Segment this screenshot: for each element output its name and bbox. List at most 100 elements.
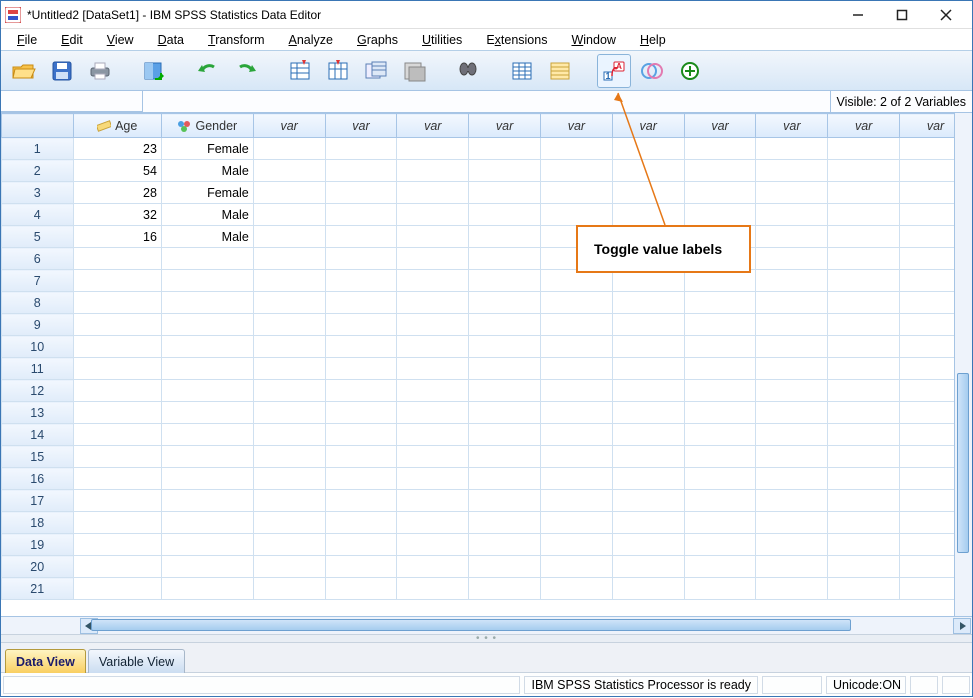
row-header[interactable]: 14	[2, 424, 74, 446]
cell-empty[interactable]	[684, 182, 756, 204]
cell-gender[interactable]: Male	[161, 204, 253, 226]
table-row[interactable]: 10	[2, 336, 972, 358]
cell-empty[interactable]	[612, 490, 684, 512]
cell-age[interactable]	[73, 578, 161, 600]
goto-variable-icon[interactable]	[137, 54, 171, 88]
row-header[interactable]: 8	[2, 292, 74, 314]
cell-empty[interactable]	[684, 534, 756, 556]
cell-empty[interactable]	[756, 380, 828, 402]
cell-empty[interactable]	[253, 358, 325, 380]
vertical-scrollbar[interactable]	[954, 113, 972, 616]
cell-empty[interactable]	[541, 314, 613, 336]
row-header[interactable]: 20	[2, 556, 74, 578]
find-icon[interactable]	[451, 54, 485, 88]
cell-empty[interactable]	[541, 402, 613, 424]
cell-empty[interactable]	[612, 160, 684, 182]
cell-empty[interactable]	[469, 160, 541, 182]
cell-empty[interactable]	[684, 358, 756, 380]
cell-empty[interactable]	[828, 336, 900, 358]
cell-age[interactable]: 54	[73, 160, 161, 182]
cell-empty[interactable]	[253, 292, 325, 314]
table-row[interactable]: 19	[2, 534, 972, 556]
tab-data-view[interactable]: Data View	[5, 649, 86, 673]
row-header[interactable]: 1	[2, 138, 74, 160]
cell-empty[interactable]	[541, 336, 613, 358]
cell-empty[interactable]	[469, 138, 541, 160]
cell-empty[interactable]	[397, 336, 469, 358]
cell-age[interactable]	[73, 314, 161, 336]
cell-empty[interactable]	[612, 446, 684, 468]
cell-gender[interactable]	[161, 336, 253, 358]
cell-empty[interactable]	[469, 556, 541, 578]
cell-empty[interactable]	[541, 512, 613, 534]
redo-icon[interactable]	[229, 54, 263, 88]
cell-empty[interactable]	[828, 226, 900, 248]
cell-empty[interactable]	[828, 160, 900, 182]
row-header[interactable]: 5	[2, 226, 74, 248]
cell-empty[interactable]	[684, 402, 756, 424]
cell-empty[interactable]	[541, 578, 613, 600]
cell-empty[interactable]	[469, 248, 541, 270]
table-row[interactable]: 18	[2, 512, 972, 534]
cell-empty[interactable]	[253, 402, 325, 424]
cell-empty[interactable]	[469, 226, 541, 248]
cell-empty[interactable]	[253, 578, 325, 600]
cell-gender[interactable]	[161, 556, 253, 578]
cell-empty[interactable]	[253, 204, 325, 226]
cell-empty[interactable]	[756, 402, 828, 424]
cell-empty[interactable]	[828, 578, 900, 600]
cell-empty[interactable]	[253, 314, 325, 336]
cell-gender[interactable]	[161, 314, 253, 336]
cell-age[interactable]: 28	[73, 182, 161, 204]
cell-empty[interactable]	[612, 292, 684, 314]
table-row[interactable]: 9	[2, 314, 972, 336]
cell-empty[interactable]	[397, 314, 469, 336]
cell-empty[interactable]	[253, 424, 325, 446]
cell-empty[interactable]	[325, 578, 397, 600]
cell-gender[interactable]: Female	[161, 182, 253, 204]
cell-empty[interactable]	[325, 380, 397, 402]
cell-age[interactable]	[73, 534, 161, 556]
table-row[interactable]: 6	[2, 248, 972, 270]
cell-empty[interactable]	[756, 226, 828, 248]
cell-empty[interactable]	[469, 402, 541, 424]
cell-age[interactable]	[73, 358, 161, 380]
cell-gender[interactable]	[161, 424, 253, 446]
minimize-button[interactable]	[836, 3, 880, 27]
cell-empty[interactable]	[325, 402, 397, 424]
goto-case-icon[interactable]	[283, 54, 317, 88]
column-header-empty[interactable]: var	[397, 114, 469, 138]
save-icon[interactable]	[45, 54, 79, 88]
cell-empty[interactable]	[828, 446, 900, 468]
cell-empty[interactable]	[469, 314, 541, 336]
cell-empty[interactable]	[253, 380, 325, 402]
cell-gender[interactable]	[161, 358, 253, 380]
cell-empty[interactable]	[325, 336, 397, 358]
table-row[interactable]: 254Male	[2, 160, 972, 182]
cell-empty[interactable]	[541, 380, 613, 402]
row-header[interactable]: 13	[2, 402, 74, 424]
cell-empty[interactable]	[325, 138, 397, 160]
cell-empty[interactable]	[756, 556, 828, 578]
row-header[interactable]: 15	[2, 446, 74, 468]
cell-empty[interactable]	[828, 358, 900, 380]
corner-header[interactable]	[2, 114, 74, 138]
cell-empty[interactable]	[469, 468, 541, 490]
cell-empty[interactable]	[397, 138, 469, 160]
cell-age[interactable]: 23	[73, 138, 161, 160]
cell-empty[interactable]	[828, 402, 900, 424]
row-header[interactable]: 19	[2, 534, 74, 556]
row-header[interactable]: 16	[2, 468, 74, 490]
cell-age[interactable]	[73, 292, 161, 314]
cell-empty[interactable]	[397, 534, 469, 556]
cell-empty[interactable]	[612, 380, 684, 402]
cell-age[interactable]: 32	[73, 204, 161, 226]
cell-empty[interactable]	[325, 534, 397, 556]
column-header-empty[interactable]: var	[684, 114, 756, 138]
cell-empty[interactable]	[828, 468, 900, 490]
cell-empty[interactable]	[469, 490, 541, 512]
column-header-gender[interactable]: Gender	[161, 114, 253, 138]
column-header-empty[interactable]: var	[756, 114, 828, 138]
cell-empty[interactable]	[828, 512, 900, 534]
cell-empty[interactable]	[756, 292, 828, 314]
